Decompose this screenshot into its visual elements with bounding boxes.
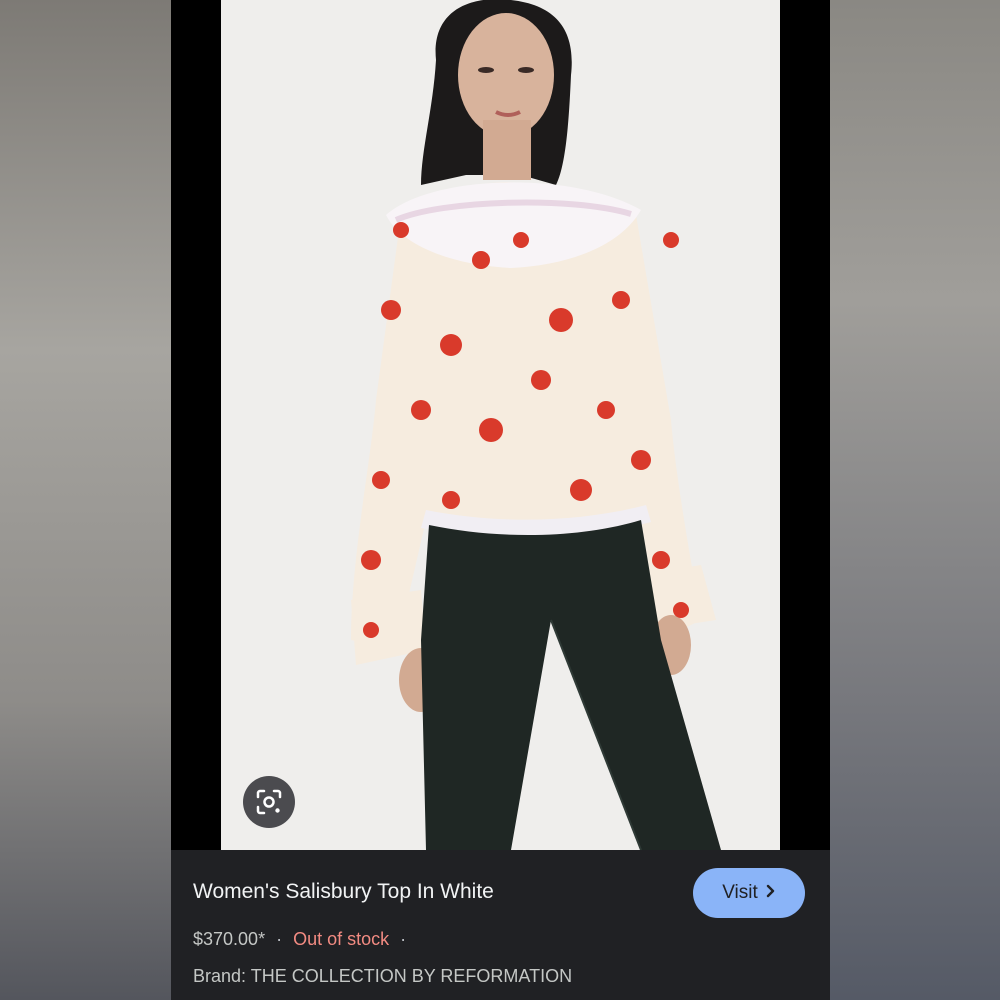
google-lens-button[interactable] <box>243 776 295 828</box>
stock-status: Out of stock <box>293 929 390 949</box>
blurred-background-right <box>830 0 1000 1000</box>
visit-button[interactable]: Visit <box>693 868 805 918</box>
google-lens-icon <box>256 789 282 815</box>
product-image[interactable] <box>221 0 780 850</box>
product-meta-line: $370.00* · Out of stock · <box>193 929 412 950</box>
product-price: $370.00* <box>193 929 266 949</box>
product-photo-illustration <box>221 0 780 850</box>
blurred-background-left <box>0 0 171 1000</box>
product-title[interactable]: Women's Salisbury Top In White <box>193 880 494 904</box>
phone-screen: Women's Salisbury Top In White Visit $37… <box>171 0 830 1000</box>
separator-dot: · <box>276 929 283 949</box>
visit-button-label: Visit <box>722 882 758 903</box>
separator-dot: · <box>400 929 407 949</box>
product-info-panel: Women's Salisbury Top In White Visit $37… <box>171 850 830 1000</box>
product-brand: Brand: THE COLLECTION BY REFORMATION <box>193 966 573 986</box>
chevron-right-icon <box>766 882 776 904</box>
